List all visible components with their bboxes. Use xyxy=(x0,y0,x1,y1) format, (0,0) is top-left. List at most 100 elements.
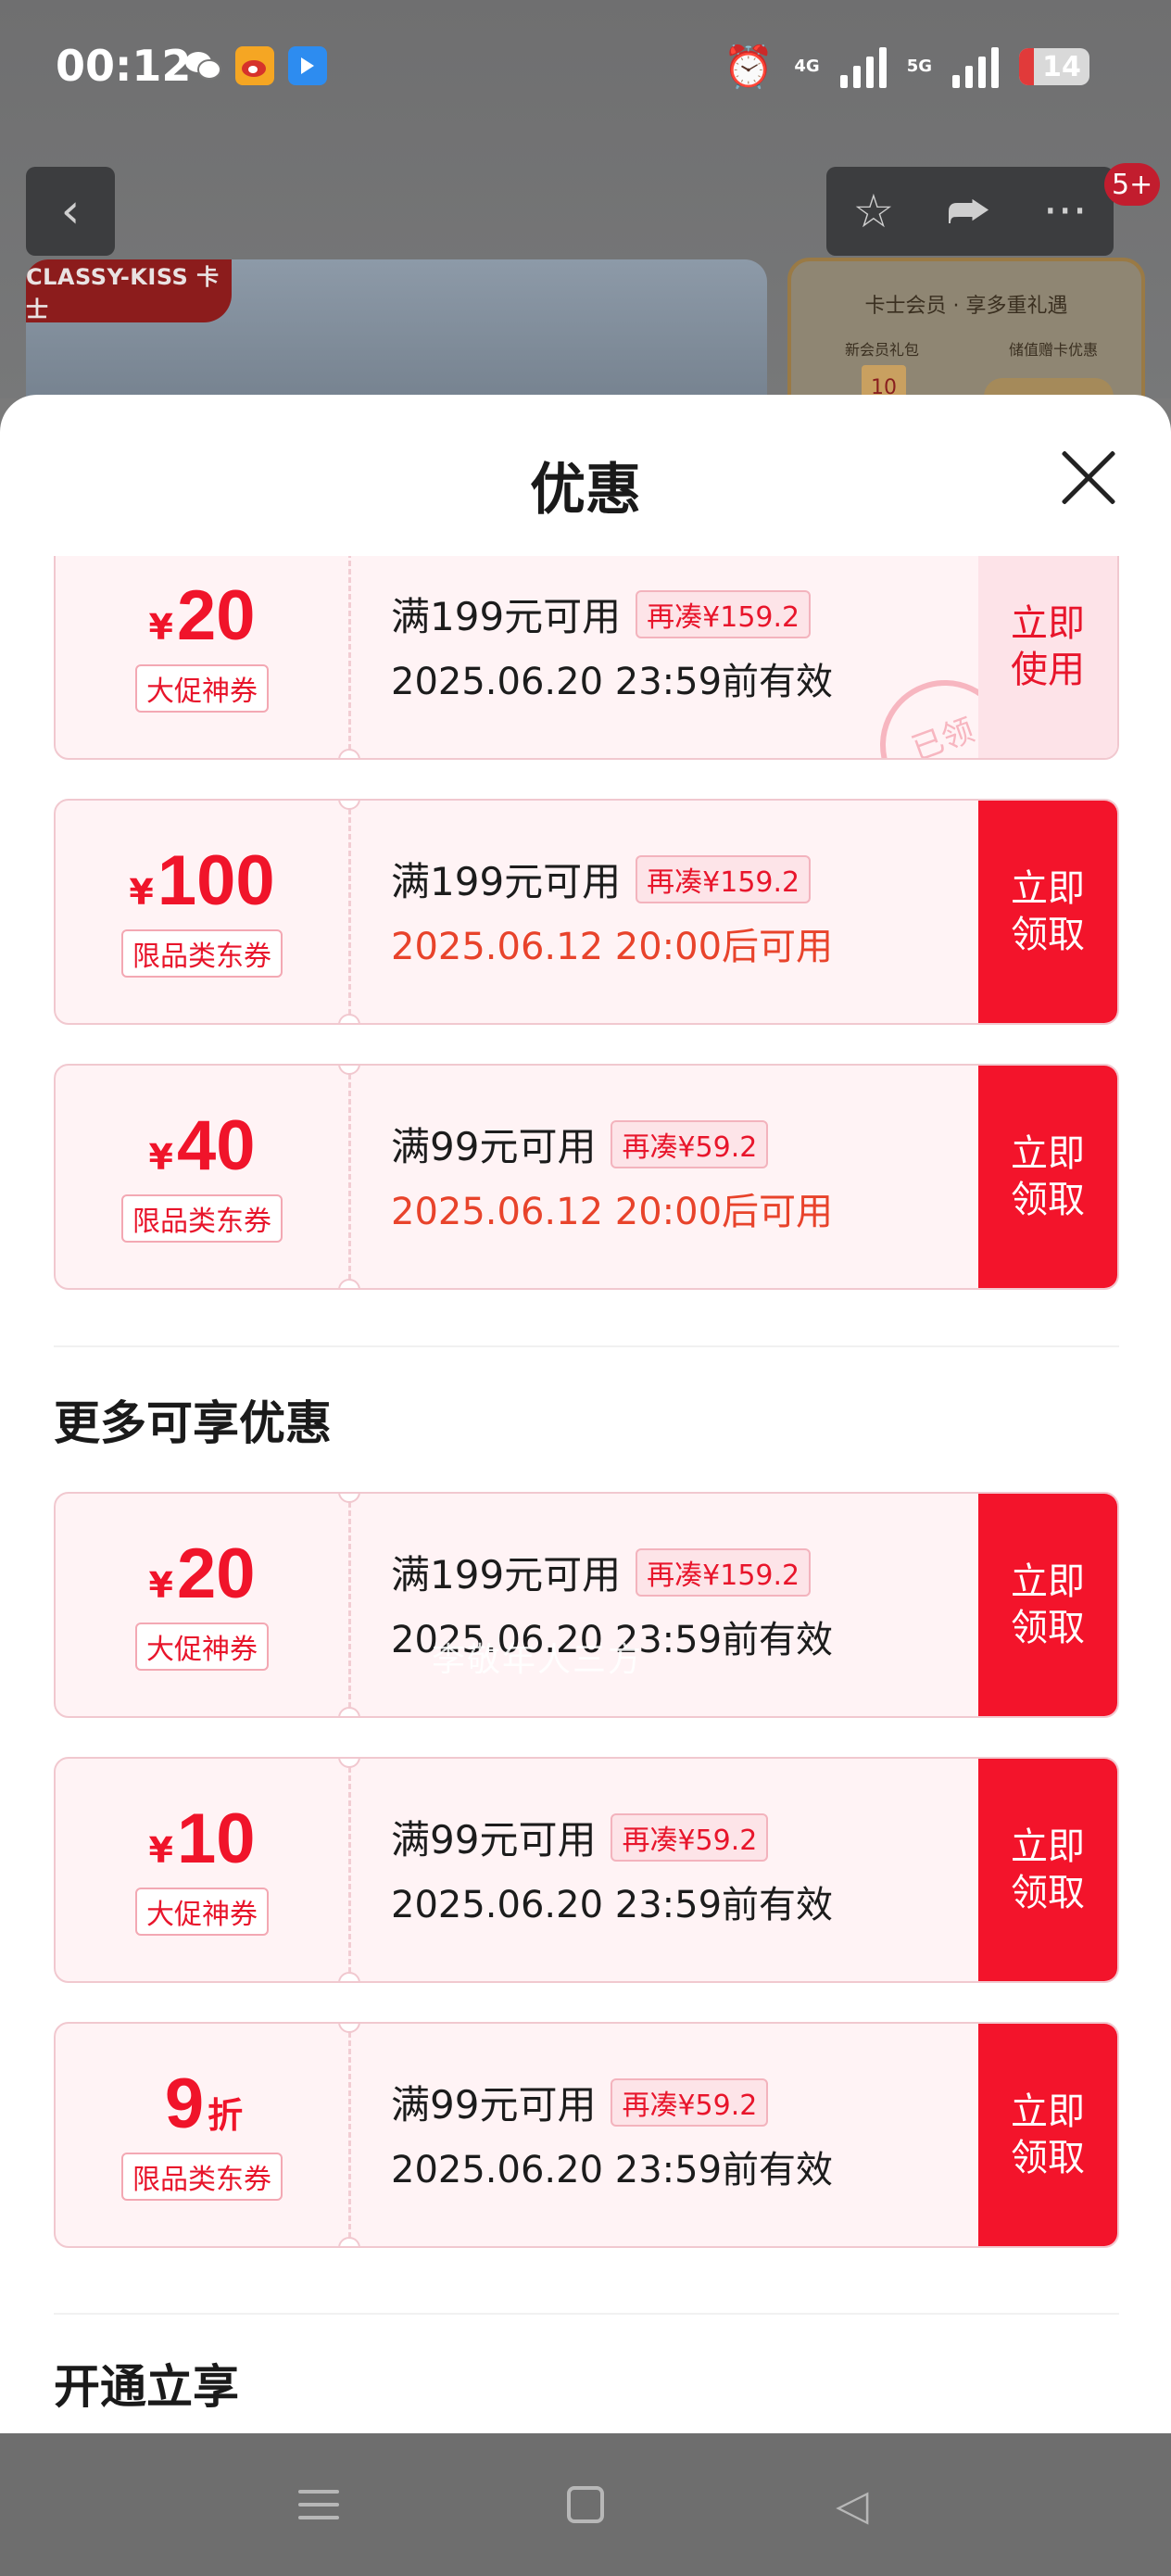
promo-left-label: 新会员礼包 xyxy=(845,341,920,359)
coupon-amount-block: 9 折 限品类东券 xyxy=(56,2024,348,2246)
home-icon xyxy=(567,2486,604,2523)
more-offers-title: 更多可享优惠 xyxy=(54,1396,332,1450)
member-promo-card: 卡士会员 · 享多重礼遇 新会员礼包 储值赠卡优惠 10 530 xyxy=(787,258,1145,398)
coupon-validity: 2025.06.12 20:00后可用 xyxy=(391,1191,834,1233)
close-icon[interactable] xyxy=(1058,447,1119,508)
watermark-text: 李敬年人三方 xyxy=(432,1641,644,1679)
coupon-info: 满99元可用 再凑¥59.2 2025.06.20 23:59前有效 xyxy=(391,1809,960,1928)
coupon-validity: 2025.06.20 23:59前有效 xyxy=(391,1884,834,1926)
coupon-info: 满199元可用 再凑¥159.2 2025.06.12 20:00后可用 xyxy=(391,851,960,970)
coupon-card: 9 折 限品类东券 满99元可用 再凑¥59.2 2025.06.20 23:5… xyxy=(54,2022,1119,2248)
coupon-card: ¥ 100 限品类东券 满199元可用 再凑¥159.2 2025.06.12 … xyxy=(54,799,1119,1025)
menu-icon[interactable] xyxy=(291,2477,346,2532)
coupon-validity: 2025.06.20 23:59前有效 xyxy=(391,661,834,703)
discount-sheet: 优惠 ¥ 20 大促神券 满199元可用 再凑¥159.2 2025.06.20… xyxy=(0,395,1171,2433)
coupon-card: ¥ 40 限品类东券 满99元可用 再凑¥59.2 2025.06.12 20:… xyxy=(54,1064,1119,1290)
chevron-left-icon: ‹ xyxy=(60,183,81,239)
claim-now-button[interactable]: 立即领取 xyxy=(978,1066,1117,1288)
system-nav-bar: ◁ xyxy=(0,2433,1171,2576)
coupon-condition: 满99元可用 xyxy=(391,1124,597,1169)
add-more-pill: 再凑¥59.2 xyxy=(611,1812,769,1862)
add-more-pill: 再凑¥159.2 xyxy=(636,589,812,638)
battery-level: 14 xyxy=(1042,50,1081,83)
coupon-info: 满99元可用 再凑¥59.2 2025.06.12 20:00后可用 xyxy=(391,1116,960,1235)
coupon-condition: 满99元可用 xyxy=(391,2082,597,2128)
sheet-title: 优惠 xyxy=(530,458,641,523)
alarm-icon: ⏰ xyxy=(723,44,774,91)
coupon-amount: ¥ 100 xyxy=(129,846,274,916)
coupon-amount: ¥ 20 xyxy=(149,1539,256,1610)
coupon-amount: ¥ 40 xyxy=(149,1111,256,1181)
coupon-card: ¥ 20 大促神券 满199元可用 再凑¥159.2 2025.06.20 23… xyxy=(54,556,1119,760)
claim-now-button[interactable]: 立即领取 xyxy=(978,2024,1117,2246)
promo-title: 卡士会员 · 享多重礼遇 xyxy=(864,295,1068,318)
promo-chip: 10 xyxy=(862,365,906,398)
status-right-group: ⏰ 4G 5G 14 xyxy=(724,43,1089,91)
stamp-label: 已领 xyxy=(907,711,979,760)
amount-value: 100 xyxy=(157,841,275,920)
status-bar: 00:12 ⏰ 4G 5G 14 xyxy=(0,0,1171,139)
background-page: 00:12 ⏰ 4G 5G 14 ‹ ☆ ⮫ ··· 5+ CLASSY-KIS… xyxy=(0,0,1171,398)
currency-symbol: ¥ xyxy=(148,607,173,648)
add-more-pill: 再凑¥59.2 xyxy=(611,2077,769,2127)
coupon-amount-block: ¥ 20 大促神券 xyxy=(56,556,348,758)
coupon-validity: 2025.06.12 20:00后可用 xyxy=(391,926,834,968)
coupon-condition: 满199元可用 xyxy=(391,1552,622,1597)
coupon-condition: 满199元可用 xyxy=(391,859,622,904)
coupon-amount-block: ¥ 20 大促神券 xyxy=(56,1494,348,1716)
section-divider xyxy=(54,1345,1119,1347)
claim-now-button[interactable]: 立即领取 xyxy=(978,801,1117,1023)
currency-symbol: ¥ xyxy=(148,1830,173,1871)
add-more-pill: 再凑¥159.2 xyxy=(636,1547,812,1597)
coupon-type-tag: 大促神券 xyxy=(135,664,269,713)
coupon-type-tag: 大促神券 xyxy=(135,1888,269,1936)
share-icon[interactable]: ⮫ xyxy=(947,184,990,239)
currency-symbol: ¥ xyxy=(148,1137,173,1178)
add-more-pill: 再凑¥159.2 xyxy=(636,854,812,903)
use-now-button[interactable]: 立即使用 xyxy=(978,556,1117,758)
notification-badge: 5+ xyxy=(1104,163,1161,206)
brand-tag: CLASSY-KISS 卡士 xyxy=(26,259,232,322)
amount-value: 10 xyxy=(176,1799,256,1878)
coupon-type-tag: 限品类东券 xyxy=(121,2153,283,2201)
star-icon[interactable]: ☆ xyxy=(852,184,894,238)
app-icon xyxy=(288,46,327,85)
coupon-info: 满99元可用 再凑¥59.2 2025.06.20 23:59前有效 xyxy=(391,2074,960,2193)
coupon-type-tag: 大促神券 xyxy=(135,1623,269,1671)
coupon-info: 满199元可用 再凑¥159.2 2025.06.20 23:59前有效 xyxy=(391,586,960,705)
coupon-amount-block: ¥ 40 限品类东券 xyxy=(56,1066,348,1288)
currency-symbol: ¥ xyxy=(148,1565,173,1606)
more-icon[interactable]: ··· xyxy=(1043,184,1088,238)
coupon-amount: ¥ 10 xyxy=(149,1804,256,1875)
promo-right-label: 储值赠卡优惠 xyxy=(1009,341,1099,359)
amount-value: 20 xyxy=(176,576,256,655)
signal-icon-2 xyxy=(952,45,999,88)
claim-now-button[interactable]: 立即领取 xyxy=(978,1494,1117,1716)
network-4g-label: 4G xyxy=(794,57,820,76)
coupon-card: ¥ 10 大促神券 满99元可用 再凑¥59.2 2025.06.20 23:5… xyxy=(54,1757,1119,1983)
back-triangle-icon[interactable]: ◁ xyxy=(825,2477,880,2532)
coupon-card: ¥ 20 大促神券 满199元可用 再凑¥159.2 2025.06.20 23… xyxy=(54,1492,1119,1718)
coupon-condition: 满99元可用 xyxy=(391,1817,597,1863)
coupon-condition: 满199元可用 xyxy=(391,594,622,639)
amount-value: 9 xyxy=(164,2065,205,2143)
discount-unit: 折 xyxy=(208,2095,244,2136)
home-button[interactable] xyxy=(558,2477,613,2532)
coupon-amount-block: ¥ 10 大促神券 xyxy=(56,1759,348,1981)
amount-value: 20 xyxy=(176,1534,256,1613)
top-action-bar: ☆ ⮫ ··· xyxy=(826,167,1114,256)
claim-now-button[interactable]: 立即领取 xyxy=(978,1759,1117,1981)
wechat-icon xyxy=(183,46,222,85)
coupon-list[interactable]: ¥ 20 大促神券 满199元可用 再凑¥159.2 2025.06.20 23… xyxy=(0,556,1171,2433)
signal-icon xyxy=(839,45,887,88)
back-button[interactable]: ‹ xyxy=(26,167,115,256)
coupon-amount: 9 折 xyxy=(161,2069,243,2140)
coupon-validity: 2025.06.20 23:59前有效 xyxy=(391,2149,834,2191)
status-time: 00:12 xyxy=(56,41,192,91)
amount-value: 40 xyxy=(176,1106,256,1185)
open-benefits-title: 开通立享 xyxy=(54,2360,239,2414)
currency-symbol: ¥ xyxy=(129,872,154,913)
network-5g-label: 5G xyxy=(906,57,932,76)
coupon-type-tag: 限品类东券 xyxy=(121,1194,283,1243)
coupon-amount: ¥ 20 xyxy=(149,581,256,651)
